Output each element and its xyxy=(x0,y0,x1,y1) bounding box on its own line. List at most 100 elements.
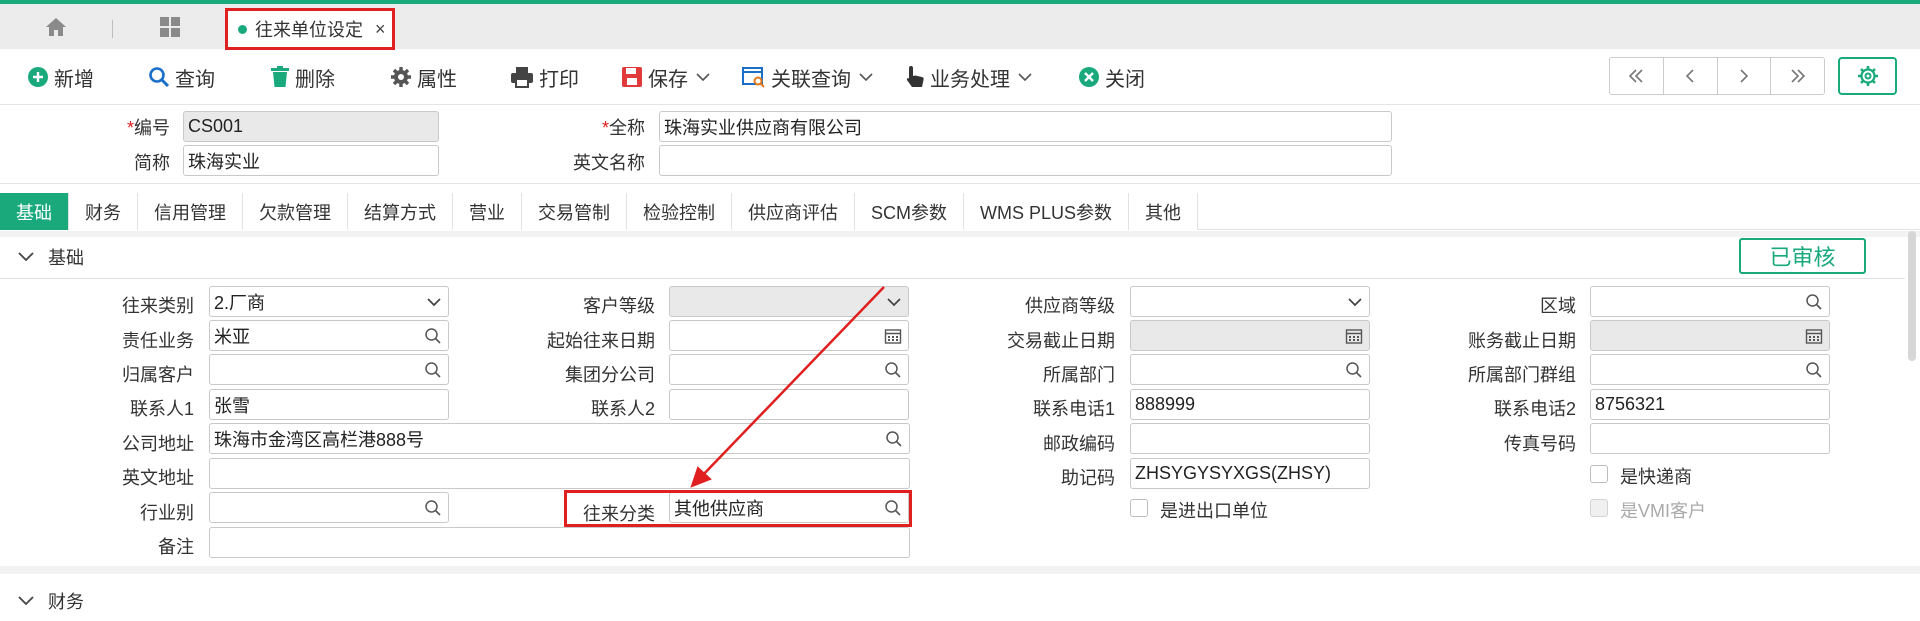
last-record-icon[interactable] xyxy=(1771,58,1824,94)
english-name-field[interactable] xyxy=(659,145,1392,176)
grid-icon[interactable] xyxy=(145,4,195,49)
printer-icon xyxy=(511,67,533,88)
properties-button[interactable]: 属性 xyxy=(390,61,457,93)
tab-item[interactable]: WMS PLUS参数 xyxy=(964,193,1130,230)
trade-end-field xyxy=(1130,320,1370,351)
first-record-icon[interactable] xyxy=(1610,58,1664,94)
tab-label: 往来单位设定 xyxy=(255,20,363,40)
partner-type-select[interactable]: 2.厂商 xyxy=(209,286,449,317)
phone1-field[interactable]: 888999 xyxy=(1130,389,1370,420)
business-process-button[interactable]: 业务处理 xyxy=(905,61,1037,93)
search-icon[interactable] xyxy=(424,499,442,517)
en-address-label: 英文地址 xyxy=(122,468,194,488)
calendar-icon[interactable] xyxy=(884,327,902,345)
import-export-checkbox[interactable] xyxy=(1130,499,1148,517)
responsible-label: 责任业务 xyxy=(122,331,194,351)
chevron-down-icon[interactable] xyxy=(859,72,873,82)
chevron-down-icon[interactable] xyxy=(696,72,710,82)
search-icon[interactable] xyxy=(1345,361,1363,379)
chevron-down-icon[interactable] xyxy=(18,596,48,606)
industry-field[interactable] xyxy=(209,492,449,523)
group-company-label: 集团分公司 xyxy=(565,365,655,385)
section-finance-title: 财务 xyxy=(48,592,84,612)
query-button[interactable]: 查询 xyxy=(148,61,215,93)
tab-item[interactable]: 供应商评估 xyxy=(732,193,855,230)
department-field[interactable] xyxy=(1130,354,1370,385)
tab-item[interactable]: 营业 xyxy=(453,193,522,230)
start-date-label: 起始往来日期 xyxy=(547,331,655,351)
save-button[interactable]: 保存 xyxy=(621,61,715,93)
search-icon[interactable] xyxy=(1805,293,1823,311)
region-field[interactable] xyxy=(1590,286,1830,317)
search-icon[interactable] xyxy=(424,361,442,379)
group-company-field[interactable] xyxy=(669,354,909,385)
postal-field[interactable] xyxy=(1130,423,1370,454)
related-query-button[interactable]: 关联查询 xyxy=(742,61,878,93)
chevron-down-icon xyxy=(1348,298,1362,307)
category-highlight xyxy=(564,490,912,527)
close-button[interactable]: 关闭 xyxy=(1078,61,1145,93)
chevron-down-icon[interactable] xyxy=(1018,72,1032,82)
postal-label: 邮政编码 xyxy=(1043,434,1115,454)
home-icon[interactable] xyxy=(31,4,81,49)
close-icon[interactable]: × xyxy=(375,19,386,40)
tab-item[interactable]: 基础 xyxy=(0,193,69,230)
settings-button[interactable] xyxy=(1838,57,1897,95)
tab-partner-settings[interactable]: 往来单位设定 × xyxy=(225,8,395,50)
contact2-field[interactable] xyxy=(669,389,909,420)
tab-item[interactable]: 交易管制 xyxy=(522,193,627,230)
tab-item[interactable]: 其他 xyxy=(1129,193,1199,230)
detail-tabs: 基础 财务 信用管理 欠款管理 结算方式 营业 交易管制 检验控制 供应商评估 SCM参数 WMS … xyxy=(0,193,1920,230)
address-field[interactable]: 珠海市金湾区高栏港888号 xyxy=(209,423,910,454)
supplier-level-select[interactable] xyxy=(1130,286,1370,317)
remark-field[interactable] xyxy=(209,527,910,558)
floppy-icon xyxy=(622,67,642,87)
delete-button[interactable]: 删除 xyxy=(270,61,335,93)
phone1-label: 联系电话1 xyxy=(1032,399,1115,419)
contact1-field[interactable]: 张雪 xyxy=(209,389,449,420)
phone2-label: 联系电话2 xyxy=(1493,399,1576,419)
section-gap xyxy=(0,566,1920,574)
shortname-field[interactable]: 珠海实业 xyxy=(183,145,439,176)
vmi-checkbox xyxy=(1590,499,1608,517)
tab-item[interactable]: 信用管理 xyxy=(138,193,243,230)
scrollbar-thumb[interactable] xyxy=(1908,231,1916,361)
section-basic-header[interactable]: 基础 xyxy=(0,237,1905,277)
dept-group-field[interactable] xyxy=(1590,354,1830,385)
responsible-field[interactable]: 米亚 xyxy=(209,320,449,351)
industry-label: 行业别 xyxy=(140,503,194,523)
print-button[interactable]: 打印 xyxy=(510,61,579,93)
address-label: 公司地址 xyxy=(122,434,194,454)
section-finance-header[interactable]: 财务 xyxy=(0,581,1905,621)
tab-item[interactable]: 欠款管理 xyxy=(243,193,348,230)
phone2-field[interactable]: 8756321 xyxy=(1590,389,1830,420)
mnemonic-field[interactable]: ZHSYGYSYXGS(ZHSY) xyxy=(1130,458,1370,489)
calendar-icon xyxy=(1805,329,1823,344)
customer-level-label: 客户等级 xyxy=(583,296,655,316)
tab-item[interactable]: 财务 xyxy=(69,193,138,230)
fax-field[interactable] xyxy=(1590,423,1830,454)
gear-icon xyxy=(1857,66,1878,86)
owner-customer-field[interactable] xyxy=(209,354,449,385)
courier-checkbox[interactable] xyxy=(1590,465,1608,483)
fullname-field[interactable]: 珠海实业供应商有限公司 xyxy=(659,111,1392,142)
tab-item[interactable]: 检验控制 xyxy=(627,193,732,230)
search-icon[interactable] xyxy=(1805,361,1823,379)
search-icon[interactable] xyxy=(885,430,903,448)
start-date-field[interactable] xyxy=(669,320,909,351)
english-name-label: 英文名称 xyxy=(573,153,645,173)
en-address-field[interactable] xyxy=(209,458,910,489)
next-record-icon[interactable] xyxy=(1717,58,1772,94)
search-icon[interactable] xyxy=(884,361,902,379)
department-label: 所属部门 xyxy=(1043,365,1115,385)
previous-record-icon[interactable] xyxy=(1663,58,1718,94)
chevron-down-icon[interactable] xyxy=(18,252,48,262)
contact1-label: 联系人1 xyxy=(129,399,194,419)
calendar-icon xyxy=(1345,329,1363,344)
add-button[interactable]: 新增 xyxy=(27,61,94,93)
tab-item[interactable]: 结算方式 xyxy=(348,193,453,230)
hand-pointer-icon xyxy=(906,66,924,87)
record-navigation xyxy=(1609,57,1825,95)
search-icon[interactable] xyxy=(424,327,442,345)
tab-item[interactable]: SCM参数 xyxy=(855,193,964,230)
